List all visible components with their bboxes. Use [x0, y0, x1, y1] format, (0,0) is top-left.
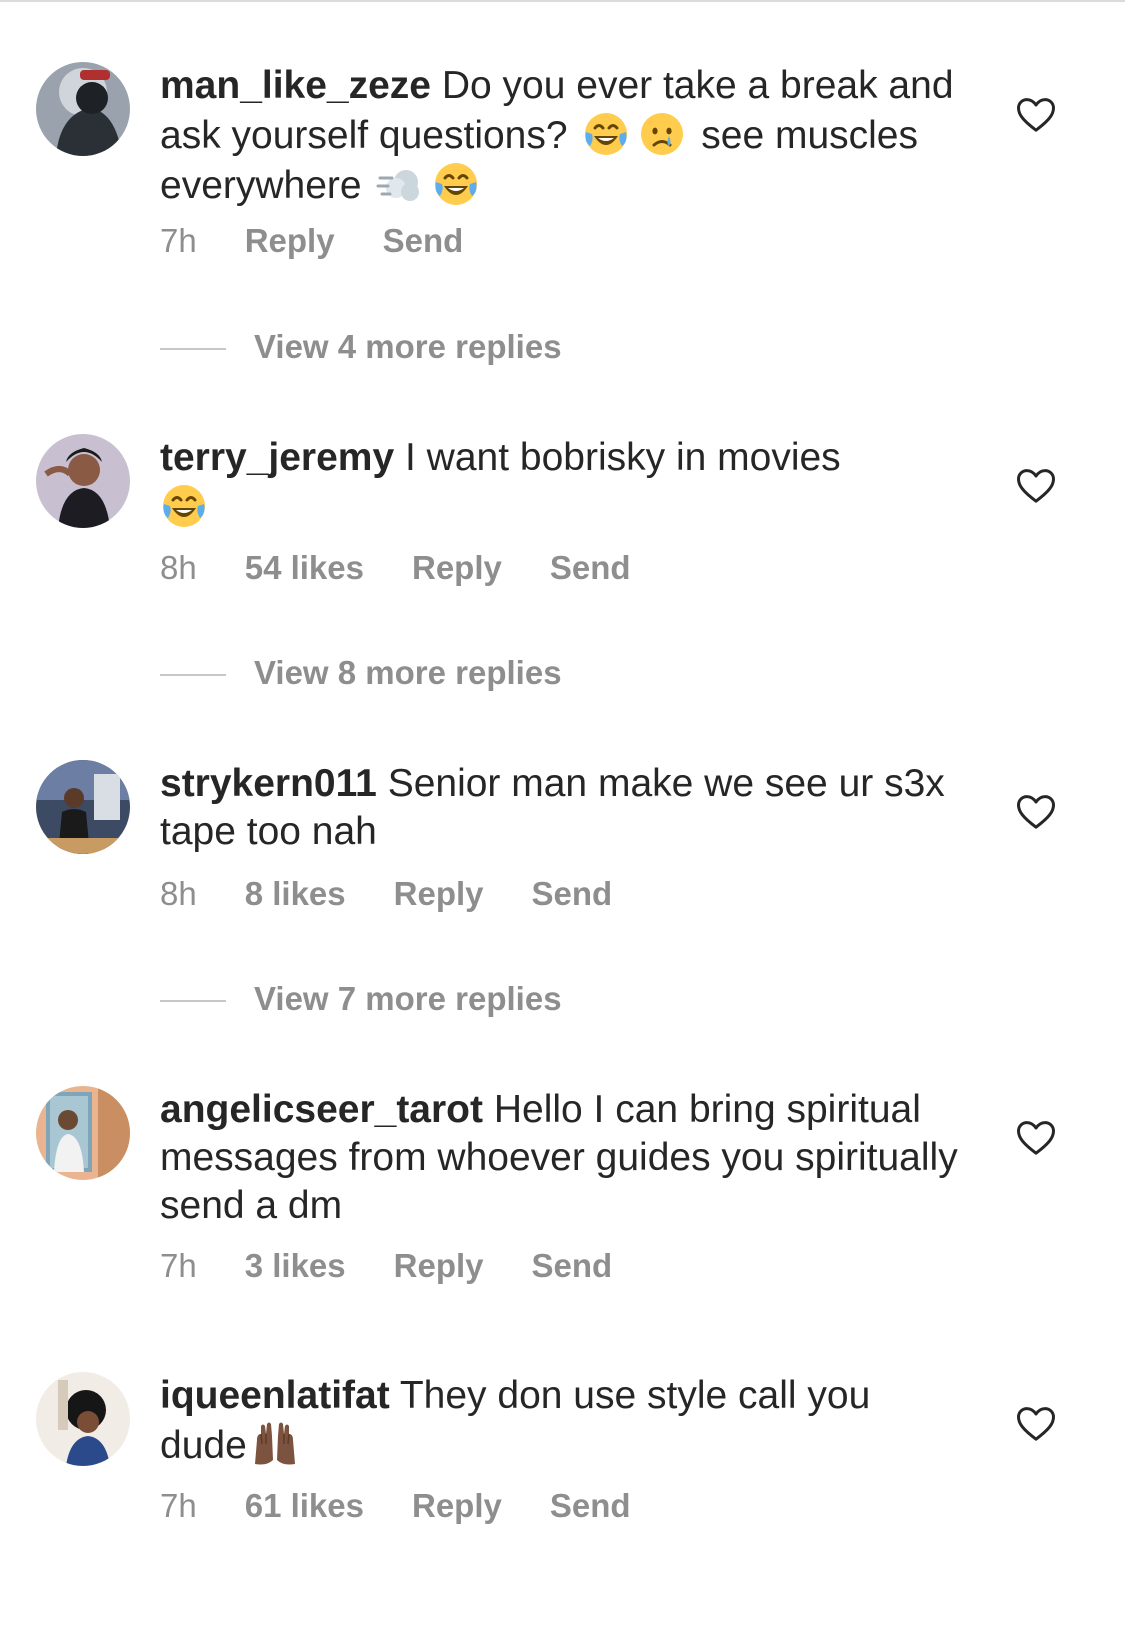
comment-time: 8h — [160, 875, 197, 912]
replies-divider-line — [160, 674, 226, 677]
comment-time: 7h — [160, 222, 197, 259]
send-button[interactable]: Send — [383, 222, 464, 259]
comment-time: 7h — [160, 1247, 197, 1284]
heart-outline-icon[interactable] — [1016, 793, 1056, 833]
view-replies-label[interactable]: View 7 more replies — [254, 980, 562, 1017]
replies-divider-line — [160, 1000, 226, 1003]
comment-username[interactable]: strykern011 — [160, 762, 377, 805]
send-button[interactable]: Send — [550, 1487, 631, 1524]
comment-meta: 8h 8 likes Reply Send — [160, 875, 660, 913]
comment-body: I want bobrisky in movies — [405, 436, 841, 479]
comment-text: iqueenlatifat They don use style call yo… — [160, 1372, 960, 1470]
reply-button[interactable]: Reply — [245, 222, 335, 259]
reply-button[interactable]: Reply — [394, 1247, 484, 1284]
reply-button[interactable]: Reply — [412, 549, 502, 586]
replies-divider-line — [160, 348, 226, 351]
reply-button[interactable]: Reply — [412, 1487, 502, 1524]
comment-time: 8h — [160, 549, 197, 586]
avatar[interactable] — [36, 1086, 130, 1180]
heart-outline-icon[interactable] — [1016, 1405, 1056, 1445]
view-replies-button[interactable]: View 8 more replies — [160, 654, 562, 692]
likes-count[interactable]: 3 likes — [245, 1247, 346, 1284]
view-replies-label[interactable]: View 8 more replies — [254, 654, 562, 691]
tears-of-joy-emoji — [582, 110, 630, 158]
avatar[interactable] — [36, 1372, 130, 1466]
heart-outline-icon[interactable] — [1016, 96, 1056, 136]
likes-count[interactable]: 61 likes — [245, 1487, 364, 1524]
comment-text: man_like_zeze Do you ever take a break a… — [160, 62, 960, 210]
comment-meta: 8h 54 likes Reply Send — [160, 549, 679, 587]
comment-username[interactable]: iqueenlatifat — [160, 1374, 390, 1417]
comment-meta: 7h 3 likes Reply Send — [160, 1247, 660, 1285]
tears-of-joy-emoji — [432, 160, 480, 208]
comment-text: strykern011 Senior man make we see ur s3… — [160, 760, 960, 856]
likes-count[interactable]: 8 likes — [245, 875, 346, 912]
comment-username[interactable]: man_like_zeze — [160, 64, 431, 107]
avatar[interactable] — [36, 434, 130, 528]
avatar[interactable] — [36, 760, 130, 854]
heart-outline-icon[interactable] — [1016, 467, 1056, 507]
avatar[interactable] — [36, 62, 130, 156]
comment-meta: 7h Reply Send — [160, 222, 511, 260]
reply-button[interactable]: Reply — [394, 875, 484, 912]
comment-username[interactable]: angelicseer_tarot — [160, 1088, 483, 1131]
comment-text: angelicseer_tarot Hello I can bring spir… — [160, 1086, 960, 1230]
send-button[interactable]: Send — [532, 875, 613, 912]
heart-outline-icon[interactable] — [1016, 1119, 1056, 1159]
tears-of-joy-emoji — [160, 482, 208, 530]
view-replies-button[interactable]: View 4 more replies — [160, 328, 562, 366]
top-divider — [0, 0, 1125, 2]
send-button[interactable]: Send — [550, 549, 631, 586]
comment-username[interactable]: terry_jeremy — [160, 436, 394, 479]
comment-meta: 7h 61 likes Reply Send — [160, 1487, 679, 1525]
view-replies-button[interactable]: View 7 more replies — [160, 980, 562, 1018]
dashing-away-emoji — [376, 160, 424, 208]
send-button[interactable]: Send — [532, 1247, 613, 1284]
likes-count[interactable]: 54 likes — [245, 549, 364, 586]
comment-text: terry_jeremy I want bobrisky in movies — [160, 434, 960, 532]
crying-face-emoji — [638, 110, 686, 158]
view-replies-label[interactable]: View 4 more replies — [254, 328, 562, 365]
raised-hands-emoji — [247, 1420, 303, 1468]
comment-time: 7h — [160, 1487, 197, 1524]
